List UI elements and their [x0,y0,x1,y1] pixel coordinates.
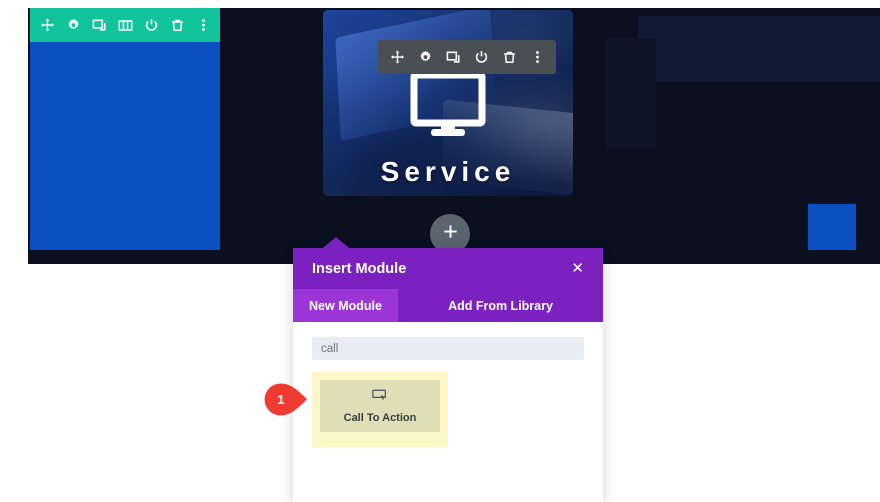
power-icon[interactable] [143,17,159,33]
move-icon[interactable] [39,17,55,33]
module-card-call-to-action[interactable]: Call To Action [320,380,440,432]
decorative-navy-block-middle [606,38,656,148]
decorative-navy-block-top-right [638,16,880,82]
service-module-title: Service [380,156,516,187]
plus-icon [443,224,458,244]
dialog-header: Insert Module ✕ [293,248,603,289]
call-to-action-icon [372,389,388,408]
tab-new-module[interactable]: New Module [293,289,398,322]
gear-icon[interactable] [65,17,81,33]
gear-icon[interactable] [417,49,433,65]
decorative-blue-block-left [30,42,220,250]
row-toolbar[interactable] [30,8,220,42]
tab-add-from-library[interactable]: Add From Library [398,289,603,322]
more-options-icon[interactable] [529,49,545,65]
monitor-icon [323,72,573,138]
module-card-label: Call To Action [343,411,417,424]
duplicate-icon[interactable] [445,49,461,65]
decorative-blue-block-right [808,204,856,250]
step-badge-number: 1 [277,392,285,407]
search-input[interactable] [312,337,584,360]
dotted-border-top [30,42,220,46]
insert-module-dialog: Insert Module ✕ New Module Add From Libr… [293,237,603,502]
dialog-tabs: New Module Add From Library [293,289,603,322]
dialog-title: Insert Module [312,260,407,277]
close-icon[interactable]: ✕ [568,259,587,278]
module-results-grid: Call To Action [312,372,448,447]
move-icon[interactable] [389,49,405,65]
builder-canvas: Service [28,8,880,264]
trash-icon[interactable] [501,49,517,65]
duplicate-icon[interactable] [91,17,107,33]
module-toolbar[interactable] [378,40,556,74]
power-icon[interactable] [473,49,489,65]
dialog-body: Call To Action [293,322,603,502]
step-badge-1: 1 [264,383,308,416]
service-module-card[interactable]: Service [323,10,573,196]
more-options-icon[interactable] [195,17,211,33]
trash-icon[interactable] [169,17,185,33]
columns-icon[interactable] [117,17,133,33]
dialog-pointer-arrow [323,237,349,248]
